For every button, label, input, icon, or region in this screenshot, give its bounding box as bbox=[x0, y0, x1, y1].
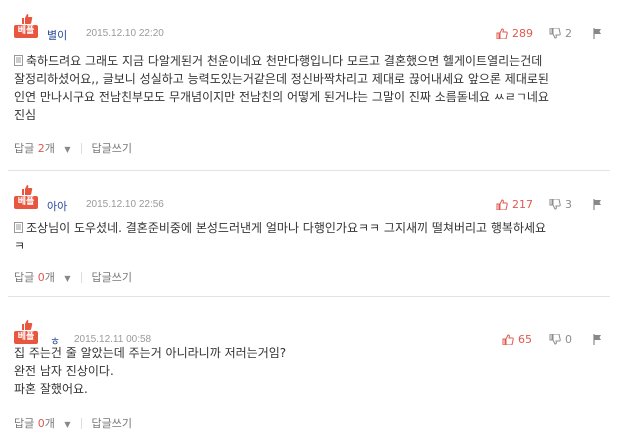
comment-date: 2015.12.10 22:56 bbox=[86, 199, 164, 210]
thumbs-up-icon bbox=[22, 320, 33, 330]
dislike-count: 3 bbox=[565, 198, 572, 211]
document-icon bbox=[14, 55, 23, 66]
comment-item: 베플 ㅎ 2015.12.11 00:58 65 0 집 주는건 줄 알았는데 … bbox=[0, 318, 617, 446]
best-comment-badge: 베플 bbox=[14, 319, 38, 344]
divider bbox=[8, 170, 610, 171]
thumbs-up-icon bbox=[22, 14, 33, 24]
like-button[interactable]: 217 bbox=[496, 198, 533, 211]
divider bbox=[80, 142, 82, 154]
best-comments-list: 베플 별이 2015.12.10 22:20 289 2 축하드려요 그래도 지… bbox=[0, 0, 617, 448]
reply-count: 2 bbox=[37, 142, 45, 155]
best-label: 베플 bbox=[14, 196, 38, 209]
write-reply-link[interactable]: 답글쓰기 bbox=[92, 140, 132, 156]
dropdown-arrow-icon: ▼ bbox=[64, 420, 71, 429]
comment-body: 축하드려요 그래도 지금 다알게된거 천운이네요 천만다행입니다 모르고 결혼했… bbox=[14, 52, 604, 124]
write-reply-link[interactable]: 답글쓰기 bbox=[92, 269, 132, 285]
best-comment-badge: 베플 bbox=[14, 184, 38, 209]
thumbs-down-icon bbox=[549, 199, 561, 210]
comment-line: 인연 만나시구요 전남친부모도 무개념이지만 전남친의 어떻게 된거냐는 그말이… bbox=[14, 90, 549, 104]
comment-line: 축하드려요 그래도 지금 다알게된거 천운이네요 천만다행입니다 모르고 결혼했… bbox=[26, 54, 543, 68]
reply-count: 0 bbox=[37, 417, 45, 430]
reply-toggle[interactable]: 답글 0개 ▼ bbox=[14, 269, 71, 285]
reply-label: 답글 bbox=[14, 417, 35, 430]
write-reply-link[interactable]: 답글쓰기 bbox=[92, 415, 132, 431]
comment-author[interactable]: 아아 bbox=[47, 198, 67, 214]
dropdown-arrow-icon: ▼ bbox=[64, 145, 71, 154]
dropdown-arrow-icon: ▼ bbox=[64, 274, 71, 283]
comment-footer: 답글 0개 ▼ 답글쓰기 bbox=[14, 269, 132, 285]
like-button[interactable]: 289 bbox=[496, 27, 533, 40]
comment-line: 잘정리하셨어요,, 글보니 성실하고 능력도있는거같은데 정신바짝차리고 제대로… bbox=[14, 72, 549, 86]
reply-toggle[interactable]: 답글 0개 ▼ bbox=[14, 415, 71, 431]
like-count: 289 bbox=[512, 27, 533, 40]
thumbs-up-icon bbox=[496, 199, 508, 210]
dislike-button[interactable]: 3 bbox=[549, 198, 572, 211]
comment-line: 진심 bbox=[14, 108, 37, 122]
reply-unit: 개 bbox=[44, 417, 55, 430]
report-flag-icon[interactable] bbox=[593, 199, 602, 210]
comment-footer: 답글 2개 ▼ 답글쓰기 bbox=[14, 140, 132, 156]
reply-label: 답글 bbox=[14, 142, 35, 155]
thumbs-up-icon bbox=[22, 185, 33, 195]
reply-label: 답글 bbox=[14, 271, 35, 284]
comment-header: 베플 아아 2015.12.10 22:56 217 3 bbox=[14, 183, 610, 217]
divider bbox=[80, 271, 82, 283]
comment-line: ㅋ bbox=[14, 239, 26, 253]
best-comment-badge: 베플 bbox=[14, 13, 38, 38]
comment-line: 파혼 잘했어요. bbox=[14, 382, 88, 396]
comment-line: 집 주는건 줄 알았는데 주는거 아니라니까 저러는거임? bbox=[14, 346, 287, 360]
divider bbox=[8, 296, 610, 297]
comment-footer: 답글 0개 ▼ 답글쓰기 bbox=[14, 415, 132, 431]
thumbs-up-icon bbox=[496, 28, 508, 39]
document-icon bbox=[14, 222, 23, 233]
report-flag-icon[interactable] bbox=[593, 28, 602, 39]
comment-body: 조상님이 도우셨네. 결혼준비중에 본성드러낸게 얼마나 다행인가요ㅋㅋ 그지새… bbox=[14, 219, 604, 255]
comment-item: 베플 아아 2015.12.10 22:56 217 3 조상님이 도우셨네. … bbox=[0, 183, 617, 288]
comment-author[interactable]: 별이 bbox=[47, 27, 67, 43]
comment-header: 베플 별이 2015.12.10 22:20 289 2 bbox=[14, 12, 610, 46]
like-count: 217 bbox=[512, 198, 533, 211]
comment-body: 집 주는건 줄 알았는데 주는거 아니라니까 저러는거임? 완전 남자 진상이다… bbox=[14, 344, 604, 398]
comment-line: 조상님이 도우셨네. 결혼준비중에 본성드러낸게 얼마나 다행인가요ㅋㅋ 그지새… bbox=[26, 221, 547, 235]
divider bbox=[80, 417, 82, 429]
dislike-count: 2 bbox=[565, 27, 572, 40]
comment-date: 2015.12.10 22:20 bbox=[86, 28, 164, 39]
best-label: 베플 bbox=[14, 331, 38, 344]
reply-unit: 개 bbox=[44, 142, 55, 155]
reply-count: 0 bbox=[37, 271, 45, 284]
reply-toggle[interactable]: 답글 2개 ▼ bbox=[14, 140, 71, 156]
comment-line: 완전 남자 진상이다. bbox=[14, 364, 114, 378]
reply-unit: 개 bbox=[44, 271, 55, 284]
comment-item: 베플 별이 2015.12.10 22:20 289 2 축하드려요 그래도 지… bbox=[0, 12, 617, 162]
thumbs-down-icon bbox=[549, 28, 561, 39]
best-label: 베플 bbox=[14, 25, 38, 38]
dislike-button[interactable]: 2 bbox=[549, 27, 572, 40]
